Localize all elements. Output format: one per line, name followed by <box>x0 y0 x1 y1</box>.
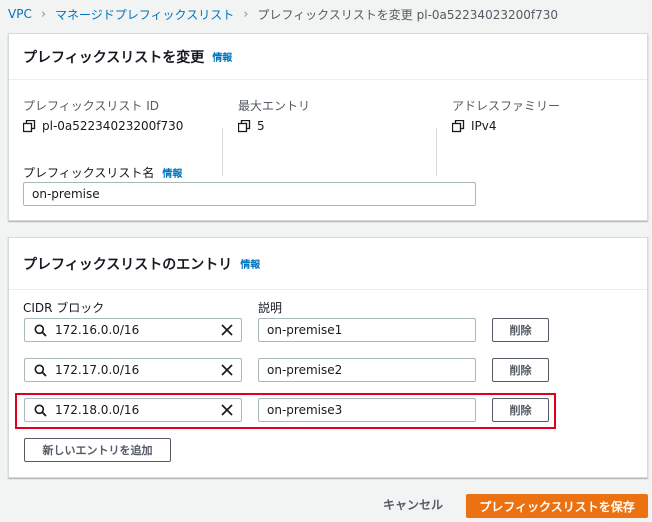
panel-title: プレフィックスリストのエントリ <box>23 256 233 273</box>
description-value: on-premise1 <box>267 323 343 337</box>
cidr-block-header: CIDR ブロック <box>23 301 105 315</box>
panel-header: プレフィックスリストを変更 情報 <box>9 34 647 80</box>
info-link[interactable]: 情報 <box>212 49 232 64</box>
prefix-list-name-label-wrap: プレフィックスリスト名 情報 <box>23 164 182 181</box>
cidr-value: 172.16.0.0/16 <box>55 323 140 337</box>
copy-icon[interactable] <box>452 119 465 133</box>
chevron-right-icon: › <box>243 6 249 22</box>
info-link[interactable]: 情報 <box>162 165 182 180</box>
cidr-input[interactable]: 172.17.0.0/16 <box>24 358 242 382</box>
save-prefix-list-button[interactable]: プレフィックスリストを保存 <box>466 494 648 518</box>
cidr-value: 172.17.0.0/16 <box>55 363 140 377</box>
description-input[interactable]: on-premise1 <box>258 318 476 342</box>
description-value: on-premise2 <box>267 363 343 377</box>
detail-value-wrap: IPv4 <box>452 119 497 133</box>
close-icon[interactable] <box>221 364 233 376</box>
breadcrumb-vpc[interactable]: VPC <box>8 7 32 21</box>
search-icon <box>34 364 47 377</box>
modify-prefix-list-panel: プレフィックスリストを変更 情報 プレフィックスリスト ID pl-0a5223… <box>8 33 648 221</box>
prefix-list-name-input[interactable]: on-premise <box>23 182 476 206</box>
detail-value: pl-0a52234023200f730 <box>42 119 184 133</box>
description-input[interactable]: on-premise2 <box>258 358 476 382</box>
breadcrumb: VPC › マネージドプレフィックスリスト › プレフィックスリストを変更 pl… <box>8 5 558 23</box>
panel-title: プレフィックスリストを変更 <box>23 49 205 66</box>
copy-icon[interactable] <box>238 119 251 133</box>
copy-icon[interactable] <box>23 119 36 133</box>
add-entry-button[interactable]: 新しいエントリを追加 <box>24 438 171 462</box>
detail-label: アドレスファミリー <box>452 99 561 113</box>
prefix-list-name-label: プレフィックスリスト名 <box>23 166 155 180</box>
detail-value: 5 <box>257 119 265 133</box>
description-header: 説明 <box>258 301 283 315</box>
remove-button[interactable]: 削除 <box>492 358 549 382</box>
remove-button[interactable]: 削除 <box>492 318 549 342</box>
breadcrumb-managed-prefix-lists[interactable]: マネージドプレフィックスリスト <box>55 6 234 23</box>
column-divider <box>436 128 437 176</box>
detail-value-wrap: 5 <box>238 119 265 133</box>
detail-value-wrap: pl-0a52234023200f730 <box>23 119 183 133</box>
search-icon <box>34 324 47 337</box>
panel-header: プレフィックスリストのエントリ 情報 <box>9 238 647 290</box>
breadcrumb-current: プレフィックスリストを変更 pl-0a52234023200f730 <box>257 7 559 22</box>
chevron-right-icon: › <box>40 6 47 22</box>
max-entries-detail: 最大エントリ 5 <box>238 90 428 180</box>
close-icon[interactable] <box>221 324 233 336</box>
highlight-box <box>15 393 556 429</box>
detail-label: プレフィックスリスト ID <box>23 99 159 113</box>
cidr-input[interactable]: 172.16.0.0/16 <box>24 318 242 342</box>
cancel-button[interactable]: キャンセル <box>383 496 443 513</box>
info-link[interactable]: 情報 <box>240 256 260 271</box>
column-divider <box>222 128 223 176</box>
detail-label: 最大エントリ <box>238 99 311 113</box>
prefix-list-name-value: on-premise <box>32 187 100 201</box>
detail-value: IPv4 <box>471 119 497 133</box>
address-family-detail: アドレスファミリー IPv4 <box>452 90 642 180</box>
